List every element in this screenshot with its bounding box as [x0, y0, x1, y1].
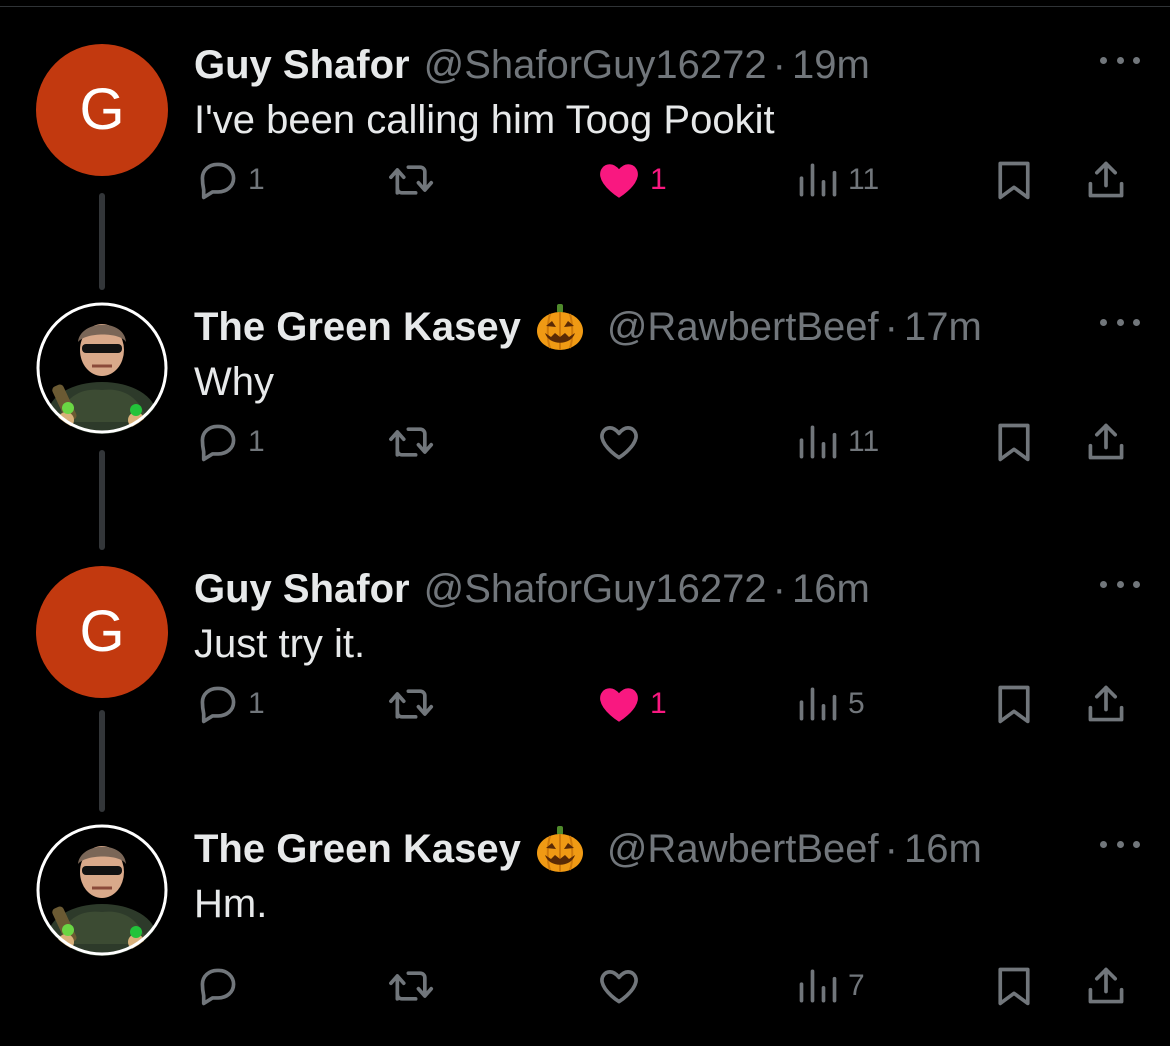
tweet-header: The Green Kasey @RawbertBeef · 16m [194, 824, 982, 874]
timestamp[interactable]: 16m [792, 567, 870, 612]
action-bar: 1 11 [0, 412, 1170, 472]
more-icon[interactable] [1100, 576, 1140, 592]
tweet[interactable]: G Guy Shafor @ShaforGuy16272 · 16m Just … [0, 524, 1170, 812]
like-button[interactable] [596, 956, 650, 1016]
action-bar: 1 1 11 [0, 150, 1170, 210]
tweet-text: Hm. [194, 882, 268, 926]
views-button[interactable]: 7 [796, 956, 865, 1016]
views-icon [799, 163, 837, 197]
display-name[interactable]: The Green Kasey [194, 827, 521, 872]
handle[interactable]: @ShaforGuy16272 [424, 567, 767, 612]
handle[interactable]: @RawbertBeef [607, 827, 879, 872]
timestamp[interactable]: 17m [904, 305, 982, 350]
tweet-header: Guy Shafor @ShaforGuy16272 · 16m [194, 564, 870, 614]
views-button[interactable]: 11 [796, 150, 879, 210]
bookmark-icon [998, 967, 1030, 1006]
reply-icon [200, 968, 236, 1006]
tweet-text: Why [194, 360, 274, 404]
share-icon [1088, 685, 1124, 722]
tweet[interactable]: G Guy Shafor @ShaforGuy16272 · 19m I've … [0, 0, 1170, 290]
handle[interactable]: @RawbertBeef [607, 305, 879, 350]
bookmark-icon [998, 423, 1030, 462]
like-button[interactable]: 1 [596, 674, 667, 734]
bookmark-button[interactable] [992, 150, 1036, 210]
heart-icon [600, 426, 638, 460]
tweet[interactable]: The Green Kasey @RawbertBeef · 17m Why 1… [0, 262, 1170, 550]
reply-button[interactable]: 1 [196, 412, 265, 472]
separator-dot: · [772, 566, 786, 611]
tweet-header: The Green Kasey @RawbertBeef · 17m [194, 302, 982, 352]
share-button[interactable] [1084, 956, 1128, 1016]
retweet-button[interactable] [388, 150, 436, 210]
handle[interactable]: @ShaforGuy16272 [424, 43, 767, 88]
reply-button[interactable]: 1 [196, 674, 265, 734]
views-icon [799, 969, 837, 1003]
separator-dot: · [772, 42, 786, 87]
reply-count: 1 [248, 687, 265, 720]
share-icon [1088, 967, 1124, 1004]
display-name[interactable]: The Green Kasey [194, 305, 521, 350]
reply-icon [200, 686, 236, 724]
retweet-icon [389, 165, 434, 195]
avatar-letter: G [79, 77, 125, 142]
tweet-header: Guy Shafor @ShaforGuy16272 · 19m [194, 40, 870, 90]
avatar-letter: G [79, 599, 125, 664]
jack-o-lantern-icon [536, 304, 583, 350]
display-name[interactable]: Guy Shafor [194, 43, 410, 88]
share-icon [1088, 423, 1124, 460]
like-count: 1 [650, 163, 667, 196]
views-icon [799, 425, 837, 459]
retweet-icon [389, 427, 434, 457]
timestamp[interactable]: 16m [904, 827, 982, 872]
share-button[interactable] [1084, 412, 1128, 472]
bookmark-icon [998, 685, 1030, 724]
separator-dot: · [884, 304, 898, 349]
separator-dot: · [884, 826, 898, 871]
action-bar: 1 1 5 [0, 674, 1170, 734]
reply-button[interactable]: 1 [196, 150, 265, 210]
more-icon[interactable] [1100, 52, 1140, 68]
more-icon[interactable] [1100, 836, 1140, 852]
bookmark-button[interactable] [992, 412, 1036, 472]
reply-count: 1 [248, 163, 265, 196]
display-name[interactable]: Guy Shafor [194, 567, 410, 612]
like-button[interactable] [596, 412, 650, 472]
view-count: 5 [848, 687, 865, 720]
more-icon[interactable] [1100, 314, 1140, 330]
like-button[interactable]: 1 [596, 150, 667, 210]
bookmark-button[interactable] [992, 956, 1036, 1016]
heart-icon [600, 164, 638, 198]
avatar-photo-icon [36, 824, 168, 956]
retweet-icon [389, 971, 434, 1001]
bookmark-icon [998, 161, 1030, 200]
retweet-button[interactable] [388, 956, 436, 1016]
share-icon [1088, 161, 1124, 198]
reply-button[interactable] [196, 956, 248, 1016]
like-count: 1 [650, 687, 667, 720]
bookmark-button[interactable] [992, 674, 1036, 734]
tweet-text: I've been calling him Toog Pookit [194, 98, 775, 142]
views-icon [799, 687, 837, 721]
reply-icon [200, 424, 236, 462]
view-count: 11 [848, 425, 880, 458]
reply-count: 1 [248, 425, 265, 458]
views-button[interactable]: 5 [796, 674, 865, 734]
tweet[interactable]: The Green Kasey @RawbertBeef · 16m Hm. 7 [0, 784, 1170, 1037]
retweet-button[interactable] [388, 674, 436, 734]
views-button[interactable]: 11 [796, 412, 879, 472]
heart-icon [600, 970, 638, 1004]
action-bar: 7 [0, 956, 1170, 1016]
heart-icon [600, 688, 638, 722]
avatar[interactable] [36, 824, 168, 956]
share-button[interactable] [1084, 674, 1128, 734]
reply-icon [200, 162, 236, 200]
timestamp[interactable]: 19m [792, 43, 870, 88]
retweet-icon [389, 689, 434, 719]
tweet-text: Just try it. [194, 622, 366, 666]
jack-o-lantern-icon [536, 826, 583, 872]
view-count: 11 [848, 163, 880, 196]
view-count: 7 [848, 969, 865, 1002]
retweet-button[interactable] [388, 412, 436, 472]
share-button[interactable] [1084, 150, 1128, 210]
